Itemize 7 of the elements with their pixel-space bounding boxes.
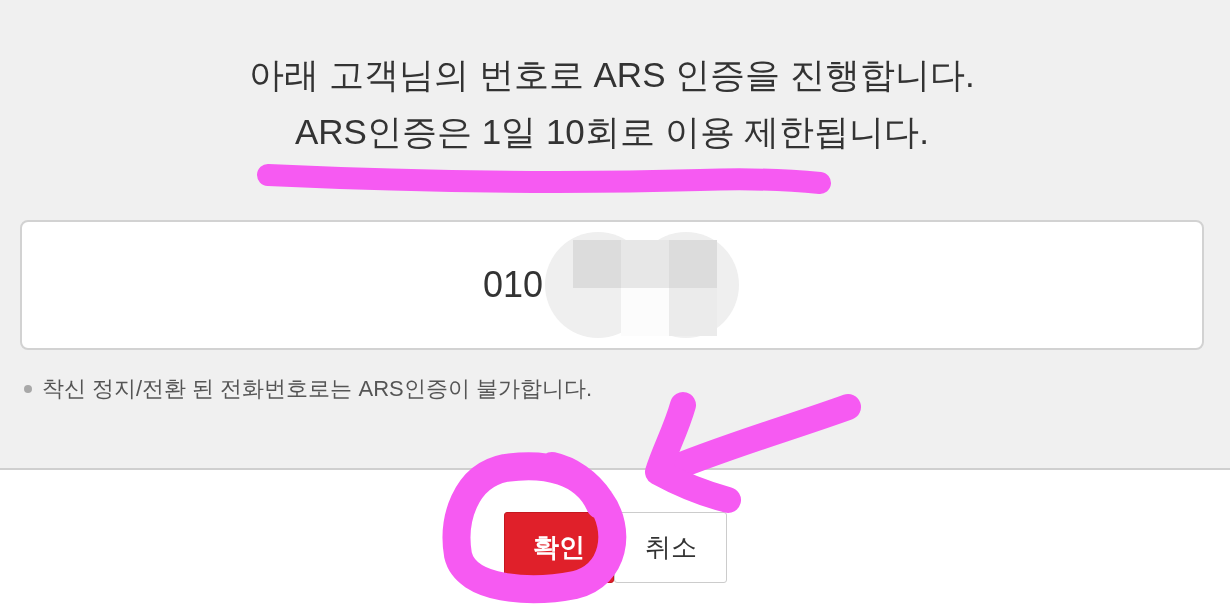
phone-field[interactable]: 010 <box>20 220 1204 350</box>
notice-text: ARS인증은 1일 10회로 이용 제한됩니다. <box>295 111 929 153</box>
cancel-button[interactable]: 취소 <box>614 512 727 583</box>
note-text: 착신 정지/전환 된 전화번호로는 ARS인증이 불가합니다. <box>42 375 593 403</box>
phone-value: 010 <box>482 264 545 306</box>
notice-text: 아래 고객님의 번호로 ARS 인증을 진행합니다. <box>249 54 975 96</box>
bullet-icon <box>24 385 32 393</box>
